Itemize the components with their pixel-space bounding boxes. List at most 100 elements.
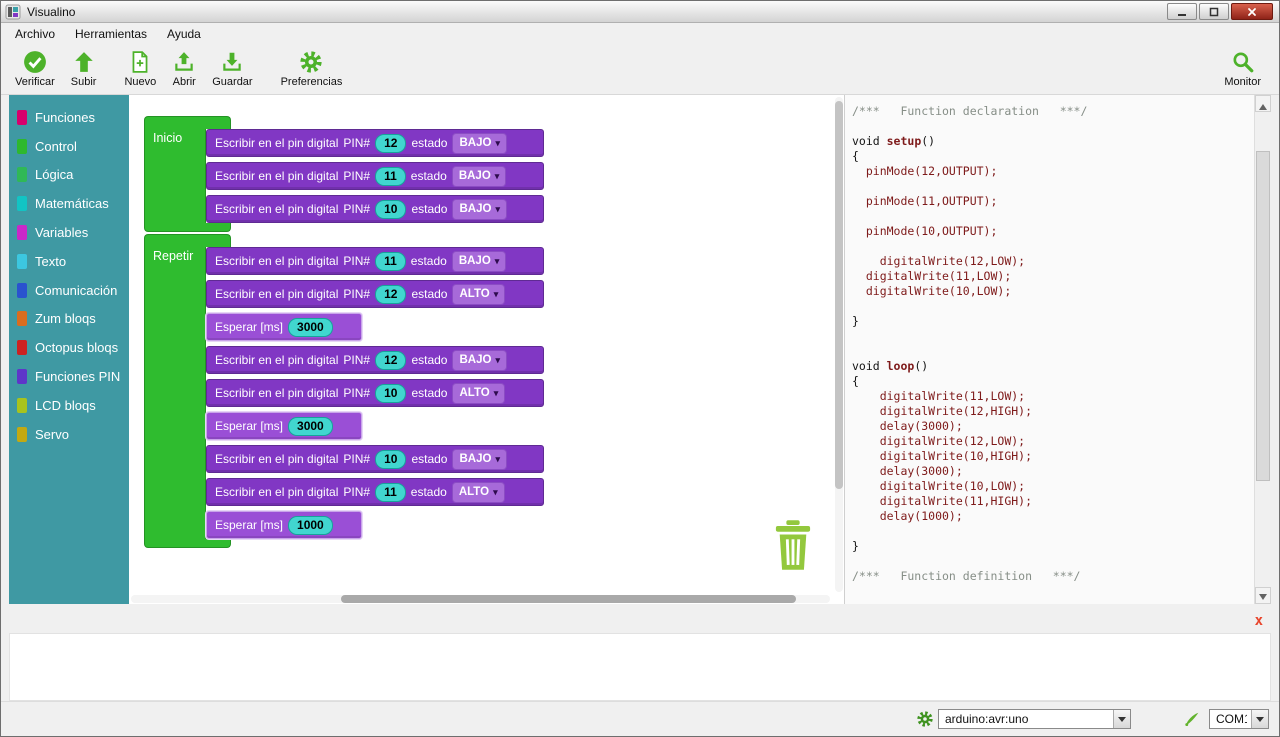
blockly-workspace[interactable]: Inicio Escribir en el pin digitalPIN#12e… xyxy=(129,95,844,604)
menu-archivo[interactable]: Archivo xyxy=(5,25,65,43)
block-repetir[interactable]: Repetir Escribir en el pin digitalPIN#11… xyxy=(144,234,544,548)
pin-value-field[interactable]: 11 xyxy=(375,252,406,271)
estado-dropdown[interactable]: BAJO▾ xyxy=(452,199,506,220)
ms-value-field[interactable]: 3000 xyxy=(288,417,333,436)
trash-icon[interactable] xyxy=(774,519,812,571)
console-close-button[interactable]: x xyxy=(1255,613,1263,629)
preferences-button[interactable]: Preferencias xyxy=(273,48,351,90)
wait-label: Esperar [ms] xyxy=(215,320,283,334)
category-color-swatch xyxy=(17,254,27,269)
pin-value-field[interactable]: 10 xyxy=(375,200,406,219)
preferences-label: Preferencias xyxy=(281,76,343,88)
save-label: Guardar xyxy=(212,76,252,88)
block-digital-write[interactable]: Escribir en el pin digitalPIN#12estadoAL… xyxy=(206,280,544,308)
repetir-top-bar xyxy=(144,234,231,247)
ms-value-field[interactable]: 3000 xyxy=(288,318,333,337)
code-scroll-thumb[interactable] xyxy=(1256,151,1270,481)
block-wait-ms[interactable]: Esperar [ms]1000 xyxy=(206,511,362,539)
code-scrollbar[interactable] xyxy=(1254,95,1271,604)
maximize-button[interactable] xyxy=(1199,3,1229,20)
block-wait-ms[interactable]: Esperar [ms] 3000 xyxy=(206,313,362,341)
console-output xyxy=(9,633,1271,701)
window-title: Visualino xyxy=(27,5,75,19)
block-digital-write[interactable]: Escribir en el pin digitalPIN#10estadoBA… xyxy=(206,445,544,473)
code-line: digitalWrite(12,HIGH); xyxy=(852,404,1254,419)
board-select-caret-icon[interactable] xyxy=(1113,710,1130,728)
brush-icon[interactable] xyxy=(1183,710,1201,728)
repetir-label: Repetir xyxy=(145,247,205,263)
estado-dropdown[interactable]: BAJO▾ xyxy=(452,166,506,187)
board-settings-gear-icon[interactable] xyxy=(916,710,934,728)
save-button[interactable]: Guardar xyxy=(204,48,260,90)
canvas-horizontal-scroll-thumb[interactable] xyxy=(341,595,796,603)
category-color-swatch xyxy=(17,369,27,384)
estado-dropdown[interactable]: BAJO▾ xyxy=(452,449,506,470)
code-line: pinMode(12,OUTPUT); xyxy=(852,164,1254,179)
estado-label: estado xyxy=(411,386,447,400)
open-file-icon xyxy=(172,50,196,74)
board-select[interactable]: arduino:avr:uno xyxy=(938,709,1131,729)
code-line xyxy=(852,554,1254,569)
pin-value-field[interactable]: 10 xyxy=(375,384,406,403)
verify-button[interactable]: Verificar xyxy=(7,48,63,90)
menu-herramientas[interactable]: Herramientas xyxy=(65,25,157,43)
estado-dropdown[interactable]: BAJO▾ xyxy=(452,251,506,272)
block-digital-write[interactable]: Escribir en el pin digitalPIN#10estadoBA… xyxy=(206,195,544,223)
pin-value-field[interactable]: 11 xyxy=(375,167,406,186)
upload-button[interactable]: Subir xyxy=(63,48,105,90)
toolbox-category-octopus-bloqs[interactable]: Octopus bloqs xyxy=(9,333,129,362)
menu-ayuda[interactable]: Ayuda xyxy=(157,25,211,43)
scroll-down-arrow-icon[interactable] xyxy=(1255,587,1271,604)
write-label: Escribir en el pin digital xyxy=(215,452,338,466)
toolbox-category-logica[interactable]: Lógica xyxy=(9,161,129,190)
port-select[interactable]: COM10 xyxy=(1209,709,1269,729)
toolbox-category-servo[interactable]: Servo xyxy=(9,420,129,449)
estado-dropdown[interactable]: ALTO▾ xyxy=(452,284,505,305)
statusbar: arduino:avr:uno COM10 xyxy=(1,701,1279,736)
block-digital-write[interactable]: Escribir en el pin digitalPIN#11estadoBA… xyxy=(206,162,544,190)
new-button[interactable]: Nuevo xyxy=(116,48,164,90)
pin-label: PIN# xyxy=(343,254,370,268)
estado-dropdown[interactable]: ALTO▾ xyxy=(452,383,505,404)
toolbox-category-control[interactable]: Control xyxy=(9,132,129,161)
write-label: Escribir en el pin digital xyxy=(215,169,338,183)
app-icon xyxy=(5,4,21,20)
open-button[interactable]: Abrir xyxy=(164,48,204,90)
block-wait-ms[interactable]: Esperar [ms]3000 xyxy=(206,412,362,440)
estado-label: estado xyxy=(411,287,447,301)
toolbox-category-lcd-bloqs[interactable]: LCD bloqs xyxy=(9,391,129,420)
pin-value-field[interactable]: 12 xyxy=(375,351,406,370)
estado-dropdown[interactable]: ALTO▾ xyxy=(452,482,505,503)
block-inicio[interactable]: Inicio Escribir en el pin digitalPIN#12e… xyxy=(144,116,544,232)
code-line: digitalWrite(10,HIGH); xyxy=(852,449,1254,464)
minimize-button[interactable] xyxy=(1167,3,1197,20)
toolbox-category-texto[interactable]: Texto xyxy=(9,247,129,276)
port-select-caret-icon[interactable] xyxy=(1251,710,1268,728)
canvas-vertical-scroll-thumb[interactable] xyxy=(835,101,843,489)
serial-monitor-button[interactable]: Monitor xyxy=(1216,48,1269,90)
block-digital-write[interactable]: Escribir en el pin digitalPIN#10estadoAL… xyxy=(206,379,544,407)
block-digital-write[interactable]: Escribir en el pin digitalPIN#12estadoBA… xyxy=(206,129,544,157)
toolbox-category-matematicas[interactable]: Matemáticas xyxy=(9,189,129,218)
canvas-horizontal-scrollbar[interactable] xyxy=(131,595,830,603)
toolbox-category-zum-bloqs[interactable]: Zum bloqs xyxy=(9,305,129,334)
scroll-up-arrow-icon[interactable] xyxy=(1255,95,1271,112)
block-digital-write[interactable]: Escribir en el pin digitalPIN#11estadoBA… xyxy=(206,247,544,275)
estado-dropdown[interactable]: BAJO▾ xyxy=(452,350,506,371)
toolbox-category-variables[interactable]: Variables xyxy=(9,218,129,247)
pin-value-field[interactable]: 12 xyxy=(375,285,406,304)
pin-value-field[interactable]: 11 xyxy=(375,483,406,502)
ms-value-field[interactable]: 1000 xyxy=(288,516,333,535)
toolbox-category-funciones-pin[interactable]: Funciones PIN xyxy=(9,362,129,391)
toolbox-category-funciones[interactable]: Funciones xyxy=(9,103,129,132)
pin-value-field[interactable]: 12 xyxy=(375,134,406,153)
canvas-vertical-scrollbar[interactable] xyxy=(835,97,843,592)
block-digital-write[interactable]: Escribir en el pin digitalPIN#12estadoBA… xyxy=(206,346,544,374)
estado-dropdown[interactable]: BAJO▾ xyxy=(452,133,506,154)
block-digital-write[interactable]: Escribir en el pin digitalPIN#11estadoAL… xyxy=(206,478,544,506)
toolbox-category-comunicacion[interactable]: Comunicación xyxy=(9,276,129,305)
code-line xyxy=(852,524,1254,539)
pin-value-field[interactable]: 10 xyxy=(375,450,406,469)
close-button[interactable] xyxy=(1231,3,1273,20)
pin-label: PIN# xyxy=(343,202,370,216)
